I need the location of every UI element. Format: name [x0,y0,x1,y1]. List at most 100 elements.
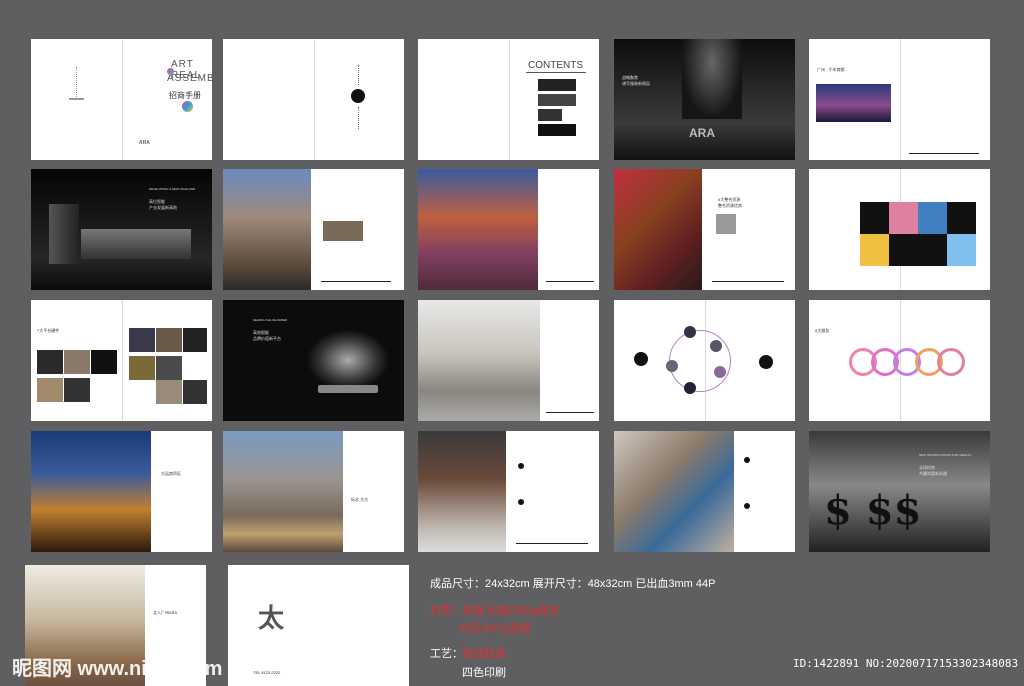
spread-building: 标志 大方 [223,431,404,552]
network-center-icon [634,352,648,366]
contents-thumb-3 [538,109,562,121]
network-node-4 [684,382,696,394]
cover-dotted-line [76,67,78,97]
spec-material-cover: 材质：封面 封底/380g珠光 [430,605,560,617]
spread-color-grid [809,169,990,290]
cover-back-mark [69,98,84,100]
spread-ethnic-fashion: 6大整合资源 整合资源优势 [614,169,795,290]
grid-cell-8 [947,234,976,266]
divider-dotted-bottom [358,107,360,129]
hardware-photo-12 [183,380,207,404]
spread-interchange: 大运商贸区 [31,431,212,552]
interchange-photo [31,431,151,552]
grid-cell-1 [860,202,889,234]
ethnic-small-photo [716,214,736,234]
building-photo [223,431,343,552]
highland-mall [81,229,191,259]
highland-sub: 产业发展新高地 [149,205,177,210]
runway-rule [516,543,588,544]
wealth-sub: 共赢财富新机遇 [919,471,947,476]
cover-title-line2: ASSEMBLE [167,73,212,84]
services-ring-5 [937,348,965,376]
spread-tablet-map: SEARCH VALUE ADDED 高效赋能 品牌价值新平台 [223,300,404,421]
spread-corridor [418,300,599,421]
strategy-figure [682,39,742,119]
contents-thumb-1 [538,79,576,91]
spec-material-inner: 内页/157g雪铜 [459,623,531,635]
watermark-id: ID:1422891 NO:20200717153302348083 [793,657,1019,670]
tailoring-photo [614,431,734,552]
guangzhou-night-photo [816,84,891,122]
hardware-photo-3 [91,350,117,374]
runway-bullet-2 [518,499,524,505]
spine [899,39,901,160]
tablet-sub: 品牌价值新平台 [253,336,281,341]
wealth-dollar-signs: $ $$ [824,487,922,534]
strategy-logo: ARA [689,126,715,140]
corridor-rule [546,412,594,413]
network-node-5 [666,360,678,372]
grid-cell-2 [889,202,918,234]
corridor-photo [418,300,540,421]
cover-globe-icon [182,101,193,112]
spec-craft-label: 工艺： [430,648,463,660]
crowd-blur-photo [418,169,538,290]
spread-dot-divider [223,39,404,160]
spec-craft-value: 锁线胶装 [462,648,506,660]
wealth-kicker: NEW OPPORTUNITIES FOR WEALTH [919,453,972,457]
spread-network [614,300,795,421]
spread-cover: ART REAL ASSEMBLE 招商手册 ARA [31,39,212,160]
ethnic-photo [614,169,702,290]
spread-blurred-crowd [418,169,599,290]
mall-plaza-photo [223,169,311,290]
mall-small-photo [323,221,363,241]
spine [121,39,123,160]
building-heading: 标志 大方 [351,497,369,502]
hardware-photo-2 [64,350,90,374]
hardware-photo-11 [156,380,182,404]
hardware-photo-1 [37,350,63,374]
spine [121,300,123,421]
spread-hardware: 7大平台硬件 [31,300,212,421]
hardware-photo-10 [156,356,182,380]
hardware-photo-8 [183,328,207,352]
services-heading: 8大服务 [815,328,830,333]
highland-building [49,204,79,264]
back-logo-icon: 太 [258,604,285,634]
watermark-site: 昵图网 www.nipic.com [12,658,223,680]
ethnic-rule [712,281,784,282]
spread-mall-plaza [223,169,404,290]
spread-highland: DEVELOPING A NEW HIGHLAND 高位智能 产业发展新高地 [31,169,212,290]
spread-runway [418,431,599,552]
mall-rule [321,281,391,282]
spread-strategy: 战略聚焦 谱写服装新格局 ARA [614,39,795,160]
strategy-heading: 战略聚焦 [622,75,638,80]
interchange-heading: 大运商贸区 [161,471,181,476]
guangzhou-rule [909,153,979,154]
hardware-heading: 7大平台硬件 [37,328,60,333]
hardware-photo-4 [37,378,63,402]
network-node-1 [684,326,696,338]
network-end-icon [759,355,773,369]
spec-size-line: 成品尺寸：24x32cm 展开尺寸：48x32cm 已出血3mm 44P [430,578,716,590]
grid-cell-7 [918,234,947,266]
runway-photo [418,431,506,552]
spread-tailoring [614,431,795,552]
cover-logo: ARA [139,140,150,146]
entrance-heading: 北入广州ARA [153,610,178,615]
ethnic-heading: 6大整合资源 [718,197,741,202]
network-node-2 [710,340,722,352]
cover-color-mark-icon [167,68,174,75]
divider-dotted-top [358,65,360,85]
cover-subtitle: 招商手册 [169,91,201,100]
highland-heading: 高位智能 [149,199,165,204]
network-node-3 [714,366,726,378]
contents-thumb-4 [538,124,576,136]
guangzhou-heading: 广州 · 千年商都 [817,67,845,72]
spread-contents: CONTENTS [418,39,599,160]
tablet-kicker: SEARCH VALUE ADDED [253,318,288,322]
spec-print-value: 四色印刷 [462,667,506,679]
wealth-heading: 全球招商 [919,465,935,470]
contents-rule [526,72,586,73]
contents-thumb-2 [538,94,576,106]
